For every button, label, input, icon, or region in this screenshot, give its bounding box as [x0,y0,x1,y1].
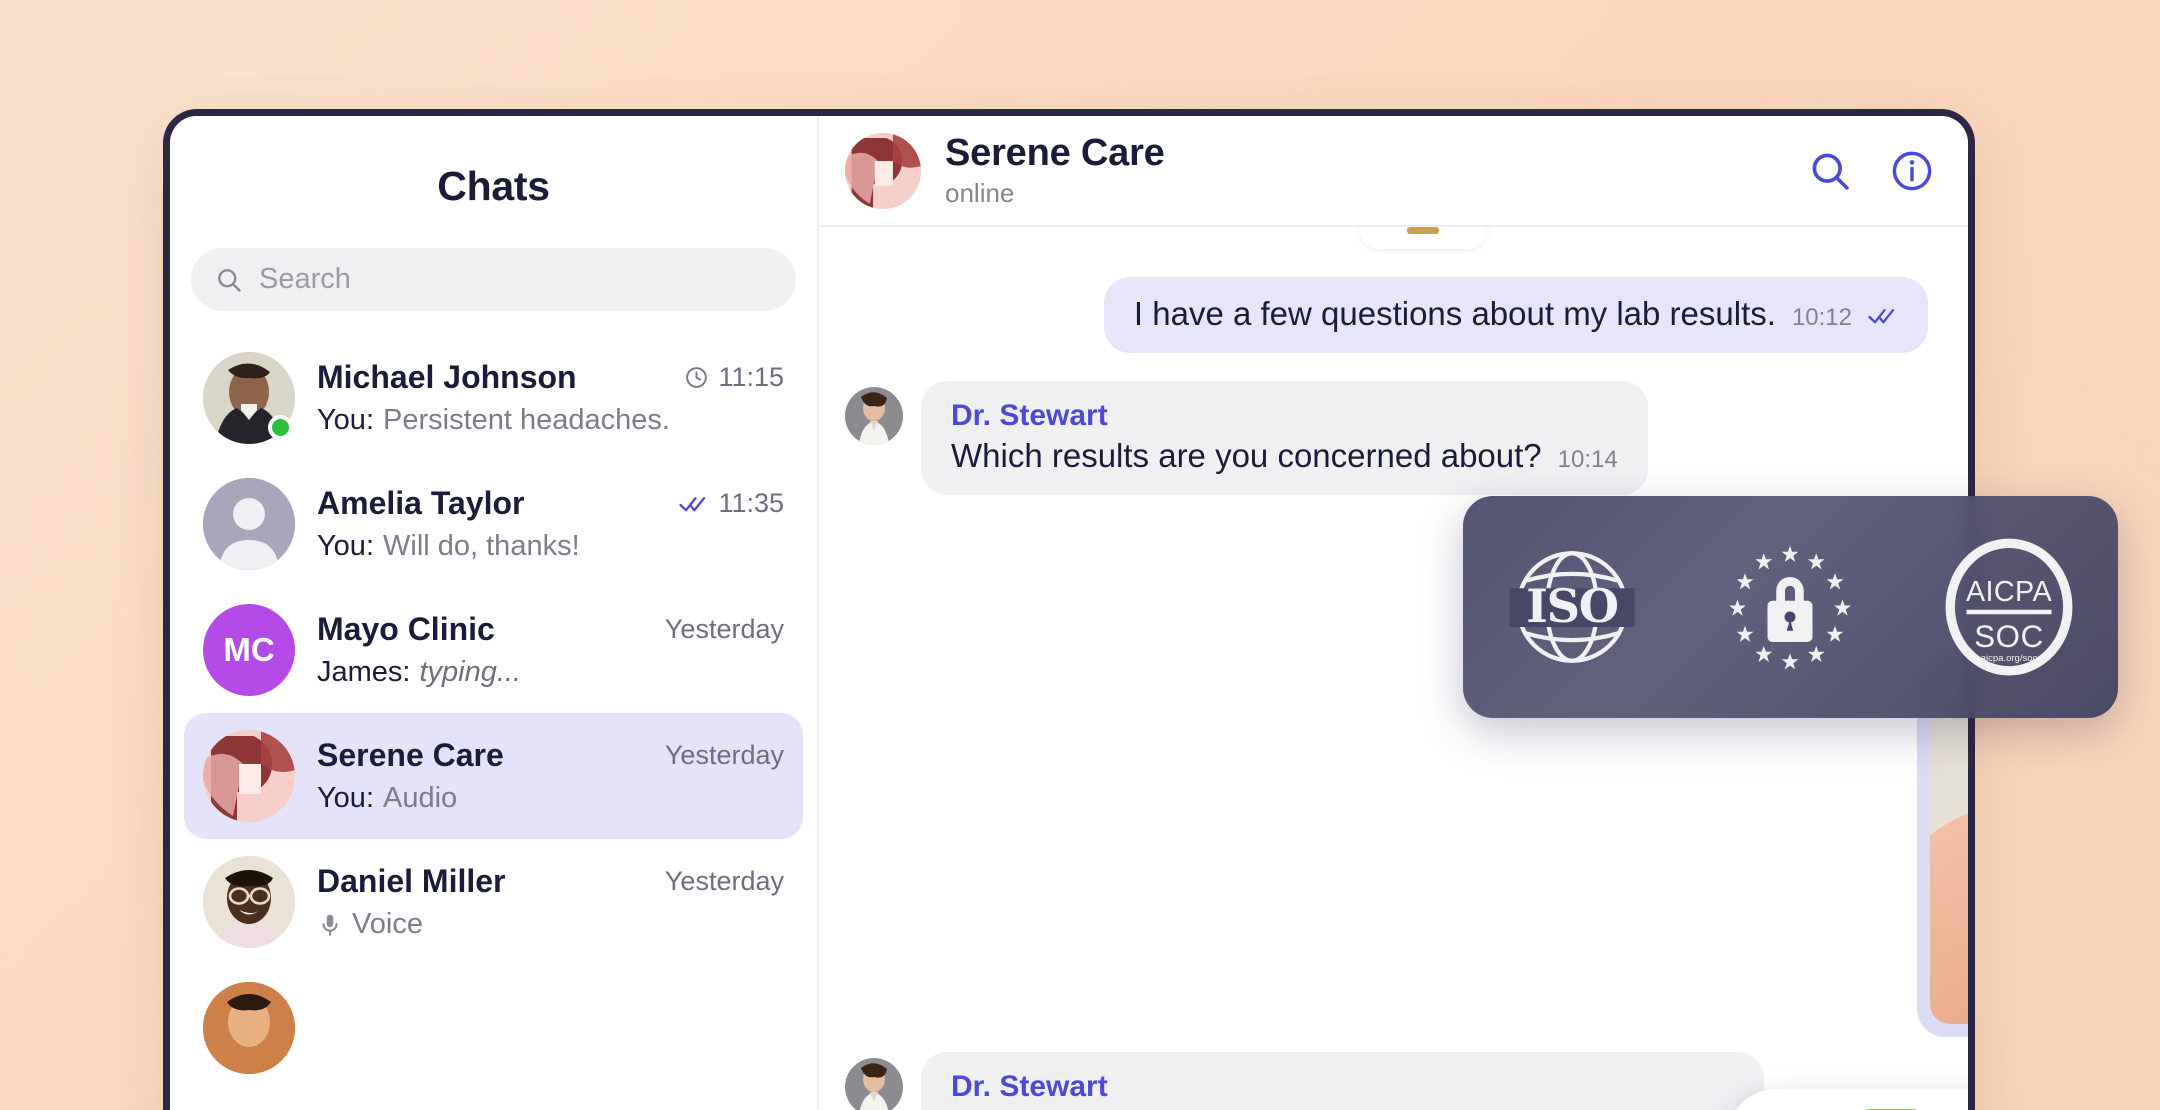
attached-image[interactable] [1930,665,1968,1024]
message-bubble[interactable]: I have a few questions about my lab resu… [1103,277,1928,353]
chat-time: Yesterday [664,740,784,770]
sender-avatar [845,1058,903,1110]
chat-preview-prefix: You: [317,404,374,436]
chat-meta: 11:15 [684,362,784,393]
chat-header-name: Serene Care [945,132,1165,174]
message-row-outgoing[interactable]: I have a few questions about my lab resu… [845,277,1928,353]
message-bubble[interactable]: Dr. Stewart Which results are you concer… [921,381,1648,495]
search-input[interactable] [259,263,772,296]
message-time: 10:14 [1557,446,1618,473]
clipped-message-top [1359,227,1487,249]
chat-sidebar: Chats Search Michael Johnson 11:15 You: … [170,116,819,1110]
chat-preview-text: Voice [352,908,423,940]
avatar-initials-text: MC [223,631,275,668]
chat-list-item-serene-care[interactable]: Serene Care Yesterday You: Audio [184,713,803,839]
chat-name: Mayo Clinic [317,611,495,647]
compliance-badges-overlay: ISO AICPA SOC aicpa.org/soc [1463,496,2118,718]
chat-meta: Yesterday [665,866,784,897]
chat-preview: You: Will do, thanks! [317,530,784,563]
clipped-message-detail [1407,227,1439,234]
sender-avatar [845,387,903,445]
message-time: 10:12 [1791,304,1852,331]
chat-preview-prefix: You: [317,530,374,562]
chat-preview-text: Persistent headaches. [383,404,670,436]
message-bubble[interactable]: Dr. Stewart Your levels are slightly ele… [921,1052,1764,1110]
online-status-dot [268,415,293,440]
avatar [203,478,295,570]
serene-care-logo-icon [203,730,295,822]
chat-list-item-partial[interactable] [184,965,803,1091]
chat-meta: Yesterday [665,614,784,645]
message-sender: Dr. Stewart [951,1070,1108,1103]
aicpa-url-label: aicpa.org/soc [1981,653,2038,664]
emoji-reaction-bar[interactable]: 💜 ✅ 👌 🤩 [1728,1089,1968,1110]
message-text: I have a few questions about my lab resu… [1133,295,1776,332]
chat-preview: Voice [317,908,784,941]
message-sender: Dr. Stewart [951,399,1108,432]
chat-meta: 11:35 [679,488,784,519]
chat-header-avatar[interactable] [845,132,921,209]
chat-name: Amelia Taylor [317,485,525,521]
double-check-icon [1868,307,1898,330]
chat-header: Serene Care online [819,116,1968,227]
info-icon[interactable] [1890,149,1934,193]
chat-name: Michael Johnson [317,359,577,395]
chat-list-item-amelia-taylor[interactable]: Amelia Taylor 11:35 You: Will do, thanks… [184,461,803,587]
chat-preview-prefix: James: [317,656,411,688]
chat-preview-text: Audio [383,782,458,814]
chat-meta: Yesterday [665,740,784,771]
chat-header-actions [1808,149,1934,193]
avatar-initials: MC [203,604,295,696]
chat-list[interactable]: Michael Johnson 11:15 You: Persistent he… [170,335,817,1110]
message-text: Which results are you concerned about? [951,437,1542,474]
sidebar-title: Chats [437,163,550,209]
chat-name: Serene Care [317,737,504,773]
soc-label: SOC [1974,619,2044,654]
chat-time: Yesterday [664,866,784,896]
aicpa-soc-badge: AICPA SOC aicpa.org/soc [1934,532,2084,682]
avatar: MC [203,604,295,696]
message-row-incoming[interactable]: Dr. Stewart Which results are you concer… [845,381,1928,495]
double-check-icon [679,496,706,511]
chat-list-item-mayo-clinic[interactable]: MC Mayo Clinic Yesterday James: typing..… [184,587,803,713]
chat-time: 11:35 [718,488,784,518]
chat-list-item-michael-johnson[interactable]: Michael Johnson 11:15 You: Persistent he… [184,335,803,461]
chat-preview: You: Persistent headaches. [317,404,784,437]
chat-header-status: online [945,178,1015,208]
message-row-incoming[interactable]: Dr. Stewart Your levels are slightly ele… [845,1052,1764,1110]
gdpr-lock-badge [1715,532,1865,682]
chat-preview-prefix: You: [317,782,374,814]
search-icon [215,266,243,294]
chat-preview-text: typing... [419,656,522,688]
chat-preview: You: Audio [317,782,784,815]
clock-icon [686,367,708,388]
chat-time: Yesterday [664,614,784,644]
chat-time: 11:15 [718,362,784,392]
microphone-icon [322,914,338,936]
chat-list-item-daniel-miller[interactable]: Daniel Miller Yesterday Voice [184,839,803,965]
iso-badge: ISO [1497,532,1647,682]
aicpa-label: AICPA [1966,576,2052,608]
chat-header-text: Serene Care online [945,132,1784,209]
chat-name: Daniel Miller [317,863,506,899]
svg-text:ISO: ISO [1526,579,1618,633]
avatar [203,352,295,444]
chat-preview: James: typing... [317,656,784,689]
avatar [203,982,295,1074]
avatar [203,730,295,822]
avatar [203,856,295,948]
search-icon[interactable] [1808,149,1852,193]
chat-preview-text: Will do, thanks! [383,530,580,562]
search-bar[interactable] [191,248,796,311]
